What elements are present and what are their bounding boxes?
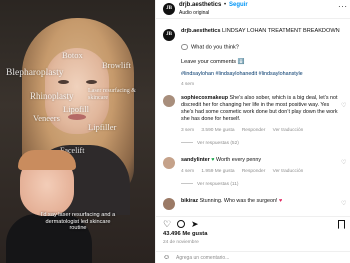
comment-likes[interactable]: 1.959 Me gusta bbox=[201, 169, 234, 174]
media-label-browlift: Browlift bbox=[102, 60, 131, 70]
post-date: 24 de noviembre bbox=[163, 240, 199, 245]
post-like-count[interactable]: 43.496 Me gusta bbox=[163, 231, 207, 237]
post-media[interactable]: Botox Blepharoplasty Browlift Rhinoplast… bbox=[0, 0, 155, 263]
subject-eye-left bbox=[58, 80, 69, 84]
comment-meta: 3 sem 3.590 Me gusta Responder Ver tradu… bbox=[181, 128, 309, 133]
share-icon[interactable]: ➤ bbox=[191, 220, 199, 229]
view-replies-button[interactable]: Ver respuestas (11) bbox=[181, 182, 239, 187]
commenter-avatar[interactable] bbox=[163, 157, 175, 169]
comment-body: bikiraz Stunning. Who was the surgeon! ♥ bbox=[181, 198, 339, 205]
post-actions-bar: ♡ ➤ bbox=[156, 216, 350, 230]
subject-eye-right bbox=[86, 80, 97, 84]
caption-line-1: What do you think? bbox=[181, 44, 239, 50]
comment-likes[interactable]: 3.590 Me gusta bbox=[201, 128, 234, 133]
comment-reply-button[interactable]: Responder bbox=[242, 128, 265, 133]
media-label-lipofill: Lipofill bbox=[63, 104, 89, 114]
media-label-botox: Botox bbox=[62, 50, 83, 60]
comment-text: Worth every penny bbox=[215, 157, 262, 163]
emoji-icon[interactable]: ☺ bbox=[163, 254, 170, 261]
post-details-panel: JB drjb.aesthetics • Seguir Audio origin… bbox=[155, 0, 350, 263]
separator-dot: • bbox=[224, 2, 227, 8]
comment-input[interactable]: Agrega un comentario... bbox=[176, 255, 229, 261]
commenter-avatar[interactable] bbox=[163, 95, 175, 107]
save-bookmark-icon[interactable] bbox=[338, 220, 345, 231]
more-options-icon[interactable]: ··· bbox=[338, 2, 348, 11]
media-label-veneers: Veneers bbox=[33, 113, 60, 123]
post-header: JB drjb.aesthetics • Seguir Audio origin… bbox=[156, 0, 350, 19]
comment-like-heart-icon[interactable]: ♡ bbox=[341, 102, 346, 109]
view-replies-label: Ver respuestas (11) bbox=[197, 182, 239, 187]
comment-translate-button[interactable]: Ver traducción bbox=[273, 169, 304, 174]
media-label-rhinoplasty: Rhinoplasty bbox=[30, 91, 74, 101]
caption-title-line: drjb.aesthetics LINDSAY LOHAN TREATMENT … bbox=[181, 28, 340, 34]
author-username[interactable]: drjb.aesthetics bbox=[179, 2, 221, 8]
comment-username[interactable]: sophiecoxmakeup bbox=[181, 95, 228, 101]
follow-button[interactable]: Seguir bbox=[229, 2, 248, 8]
speech-bubble-icon bbox=[181, 44, 188, 50]
caption-hashtags[interactable]: #lindsaylohan #lindsaylohanedit #lindsay… bbox=[181, 71, 303, 77]
comment-time: 3 sem bbox=[181, 128, 195, 133]
comment-body: sandylinter ♥ Worth every penny bbox=[181, 157, 339, 164]
comment-translate-button[interactable]: Ver traducción bbox=[273, 128, 304, 133]
view-replies-button[interactable]: Ver respuestas (52) bbox=[181, 141, 239, 146]
video-subtitle: I'd say laser resurfacing and a dermatol… bbox=[40, 212, 116, 232]
caption-time: 4 sem bbox=[181, 82, 195, 87]
heart-emoji-icon: ♥ bbox=[211, 157, 215, 163]
media-label-blepharoplasty: Blepharoplasty bbox=[6, 68, 64, 78]
caption-username[interactable]: drjb.aesthetics bbox=[181, 28, 220, 34]
subject-lips bbox=[68, 114, 86, 120]
caption-line-2: Leave your comments ⬇️ bbox=[181, 59, 245, 65]
caption-question: What do you think? bbox=[191, 44, 239, 51]
caption-title: LINDSAY LOHAN TREATMENT BREAKDOWN bbox=[222, 28, 340, 34]
media-label-laser: Laser resurfacing & skincare bbox=[88, 88, 136, 101]
caption-avatar[interactable]: JB bbox=[163, 29, 175, 41]
add-comment-bar: ☺ Agrega un comentario... bbox=[156, 251, 350, 263]
comment-time: 4 sem bbox=[181, 169, 195, 174]
red-heart-emoji-icon: ♥ bbox=[279, 198, 283, 204]
author-avatar[interactable]: JB bbox=[163, 3, 175, 15]
comment-username[interactable]: bikiraz bbox=[181, 198, 198, 204]
presenter-hair bbox=[18, 150, 76, 170]
comment-reply-button[interactable]: Responder bbox=[242, 169, 265, 174]
replies-dash bbox=[181, 142, 193, 144]
comment-like-heart-icon[interactable]: ♡ bbox=[341, 159, 346, 166]
comment-icon[interactable] bbox=[177, 220, 185, 230]
comment-meta: 4 sem 1.959 Me gusta Responder Ver tradu… bbox=[181, 169, 309, 174]
replies-dash bbox=[181, 183, 193, 185]
comment-username[interactable]: sandylinter bbox=[181, 157, 210, 163]
comment-text: Stunning. Who was the surgeon! bbox=[199, 198, 278, 204]
comment-body: sophiecoxmakeup She’s also sober, which … bbox=[181, 95, 339, 123]
presenter bbox=[4, 148, 96, 263]
view-replies-label: Ver respuestas (52) bbox=[197, 141, 239, 146]
comment-like-heart-icon[interactable]: ♡ bbox=[341, 200, 346, 207]
instagram-post-view: Botox Blepharoplasty Browlift Rhinoplast… bbox=[0, 0, 350, 263]
like-heart-icon[interactable]: ♡ bbox=[163, 220, 171, 229]
media-label-lipfiller: Lipfiller bbox=[88, 122, 117, 132]
audio-link[interactable]: Audio original bbox=[179, 10, 209, 16]
commenter-avatar[interactable] bbox=[163, 198, 175, 210]
